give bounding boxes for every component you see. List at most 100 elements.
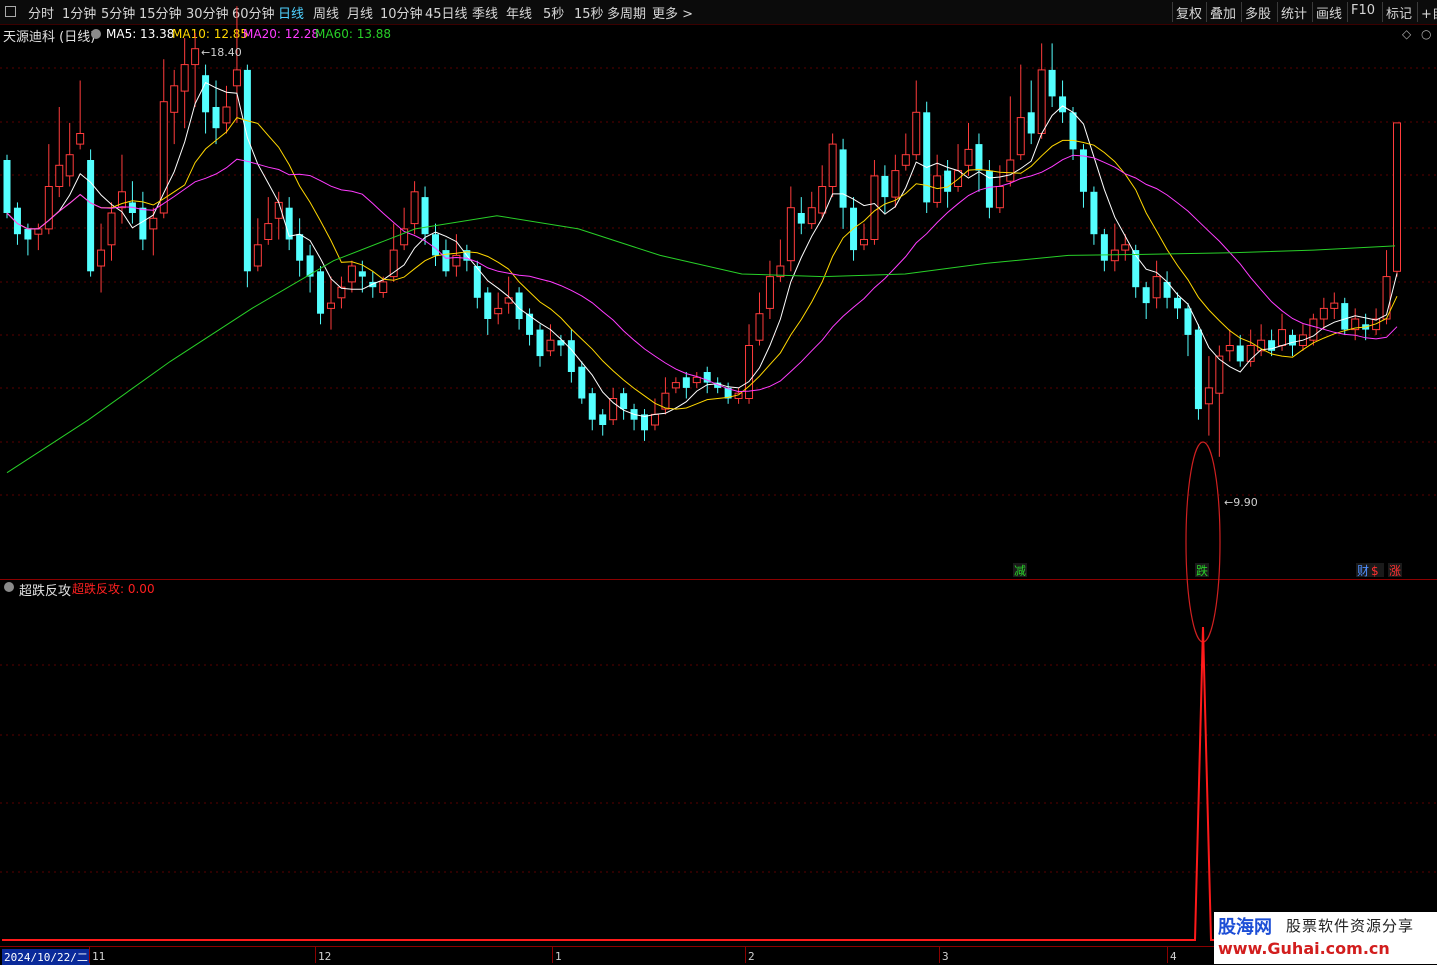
ma60-line — [6, 215, 1396, 474]
candle-body-up — [1330, 302, 1339, 309]
candle-body-down — [620, 393, 628, 410]
candle-body-down — [296, 234, 304, 261]
candlestick-chart[interactable]: ←18.40 ←9.90 减 跌 财 $ 涨 — [0, 0, 1437, 946]
ma10-line — [6, 117, 1398, 410]
event-tag-1: 跌 — [1196, 563, 1208, 578]
candle-body-down — [1236, 345, 1244, 362]
candle-body-up — [107, 212, 116, 246]
candle-body-up — [1006, 159, 1015, 182]
candle-body-up — [222, 106, 231, 124]
candle-body-up — [1204, 387, 1213, 405]
candle-body-down — [797, 213, 805, 224]
ma5-line — [6, 81, 1398, 418]
candle-body-down — [442, 250, 450, 272]
x-label-0: 11 — [92, 950, 106, 963]
candle-body-up — [504, 297, 513, 304]
cursor-date: 2024/10/22/二 — [2, 949, 90, 965]
candle-body-down — [1288, 334, 1296, 346]
candle-body-up — [65, 154, 74, 177]
candle-body-up — [55, 164, 64, 188]
candle-body-down — [24, 228, 32, 240]
candle-body-up — [546, 339, 555, 352]
candle-body-up — [170, 85, 179, 113]
candle-body-up — [97, 249, 106, 267]
candle-body-down — [1100, 234, 1108, 261]
candle-body-up — [755, 313, 764, 341]
candle-body-up — [891, 170, 900, 198]
candle-body-down — [1184, 308, 1192, 335]
candle-body-up — [117, 191, 126, 209]
candle-body-up — [692, 376, 701, 384]
x-label-1: 12 — [318, 950, 332, 963]
candle-body-up — [901, 154, 910, 166]
candle-body-up — [347, 265, 356, 283]
candle-body-up — [912, 111, 921, 156]
candle-body-down — [682, 377, 690, 388]
candle-body-down — [202, 75, 210, 113]
candle-body-up — [149, 217, 158, 230]
candle-body-down — [139, 207, 147, 240]
candle-body-down — [1090, 191, 1098, 235]
x-tick — [315, 947, 316, 963]
candle-body-down — [839, 149, 847, 208]
candle-body-up — [933, 175, 942, 203]
candle-body-up — [1121, 244, 1130, 251]
candle-body-down — [1048, 69, 1056, 97]
candle-body-down — [578, 366, 586, 399]
candle-body-up — [1037, 69, 1046, 134]
candle-body-down — [975, 144, 983, 171]
candle-body-up — [253, 244, 262, 267]
candle-body-up — [828, 143, 837, 188]
x-tick — [552, 947, 553, 963]
candle-body-up — [609, 398, 618, 421]
candle-body-up — [159, 101, 168, 214]
candle-body-down — [526, 313, 534, 335]
candle-body-up — [1215, 355, 1224, 394]
x-label-4: 3 — [942, 950, 949, 963]
event-tag-3: $ — [1371, 564, 1379, 578]
candle-body-down — [317, 271, 325, 314]
annotation-circle — [1185, 441, 1221, 643]
candle-body-up — [1319, 307, 1328, 320]
watermark-url: www.Guhai.com.cn — [1218, 939, 1390, 958]
candle-body-up — [264, 223, 273, 241]
candle-body-up — [232, 69, 241, 87]
candle-body-down — [1069, 112, 1077, 150]
candle-body-up — [786, 207, 795, 262]
indicator-line — [2, 626, 1437, 941]
candle-body-up — [494, 307, 503, 315]
event-tag-2: 财 — [1357, 564, 1369, 578]
candle-body-up — [76, 133, 85, 145]
candle-body-down — [567, 340, 575, 372]
x-label-3: 2 — [748, 950, 755, 963]
candle-body-down — [484, 292, 492, 319]
x-tick — [745, 947, 746, 963]
candle-body-up — [650, 413, 659, 426]
candle-body-down — [1341, 303, 1349, 330]
x-label-5: 4 — [1170, 950, 1177, 963]
candle-body-down — [1142, 287, 1150, 304]
candle-body-up — [859, 239, 868, 246]
candle-body-up — [765, 276, 774, 309]
candle-body-down — [3, 160, 11, 213]
candle-body-up — [180, 64, 189, 92]
candle-body-up — [964, 148, 973, 166]
candle-body-up — [1110, 249, 1119, 262]
candle-body-down — [243, 69, 251, 272]
event-tag-0: 减 — [1014, 564, 1026, 578]
candle-body-up — [1393, 122, 1401, 272]
candle-body-down — [1174, 297, 1182, 309]
candle-body-down — [881, 175, 889, 198]
candle-body-down — [1194, 329, 1202, 410]
candle-body-up — [807, 207, 816, 225]
low-price-label: ←9.90 — [1224, 496, 1258, 509]
candle-body-down — [87, 160, 95, 272]
ma20-line — [6, 154, 1398, 393]
candle-body-down — [599, 414, 607, 425]
candle-body-down — [212, 107, 220, 129]
candle-body-up — [870, 175, 879, 240]
x-label-2: 1 — [555, 950, 562, 963]
candle-body-up — [1016, 117, 1025, 156]
watermark-logo: 股海网 股票软件资源分享 www.Guhai.com.cn — [1214, 912, 1437, 964]
candle-body-down — [588, 393, 596, 420]
